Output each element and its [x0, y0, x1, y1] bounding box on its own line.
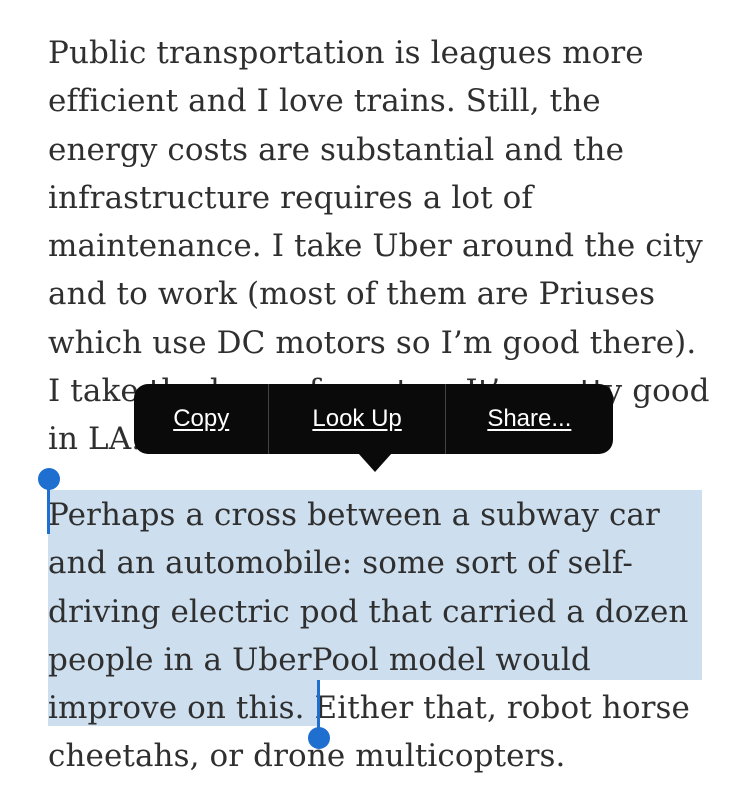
- edit-context-menu: Copy Look Up Share...: [134, 384, 613, 454]
- text-line: which use DC motors so I’m good there).: [48, 324, 697, 361]
- look-up-button[interactable]: Look Up: [269, 384, 444, 454]
- text-line: cheetahs, or drone multicopters.: [48, 738, 566, 775]
- menu-pointer-arrow: [358, 453, 392, 472]
- text-line: energy costs are substantial and the: [48, 131, 625, 168]
- text-line: maintenance. I take Uber around the city: [48, 228, 703, 265]
- unselected-text-fragment: Either that, robot horse: [304, 690, 690, 727]
- selected-text-line[interactable]: people in a UberPool model would: [48, 636, 708, 684]
- text-line: efficient and I love trains. Still, the: [48, 83, 601, 120]
- selected-text-line[interactable]: driving electric pod that carried a doze…: [48, 588, 708, 636]
- selection-end-handle[interactable]: [317, 680, 320, 734]
- selected-text-fragment[interactable]: improve on this.: [48, 690, 305, 726]
- text-line: infrastructure requires a lot of: [48, 179, 533, 216]
- copy-button[interactable]: Copy: [134, 384, 268, 454]
- selected-text-line[interactable]: and an automobile: some sort of self-: [48, 539, 708, 587]
- selection-start-handle[interactable]: [47, 484, 50, 534]
- selection-end-handle-knob[interactable]: [308, 727, 330, 749]
- share-button[interactable]: Share...: [446, 384, 613, 454]
- text-line: and to work (most of them are Priuses: [48, 276, 656, 313]
- paragraph-2[interactable]: Perhaps a cross between a subway car and…: [48, 491, 708, 781]
- selected-text-line[interactable]: Perhaps a cross between a subway car: [48, 491, 708, 539]
- text-line: Public transportation is leagues more: [48, 35, 644, 71]
- mixed-text-line: improve on this. Either that, robot hors…: [48, 684, 708, 732]
